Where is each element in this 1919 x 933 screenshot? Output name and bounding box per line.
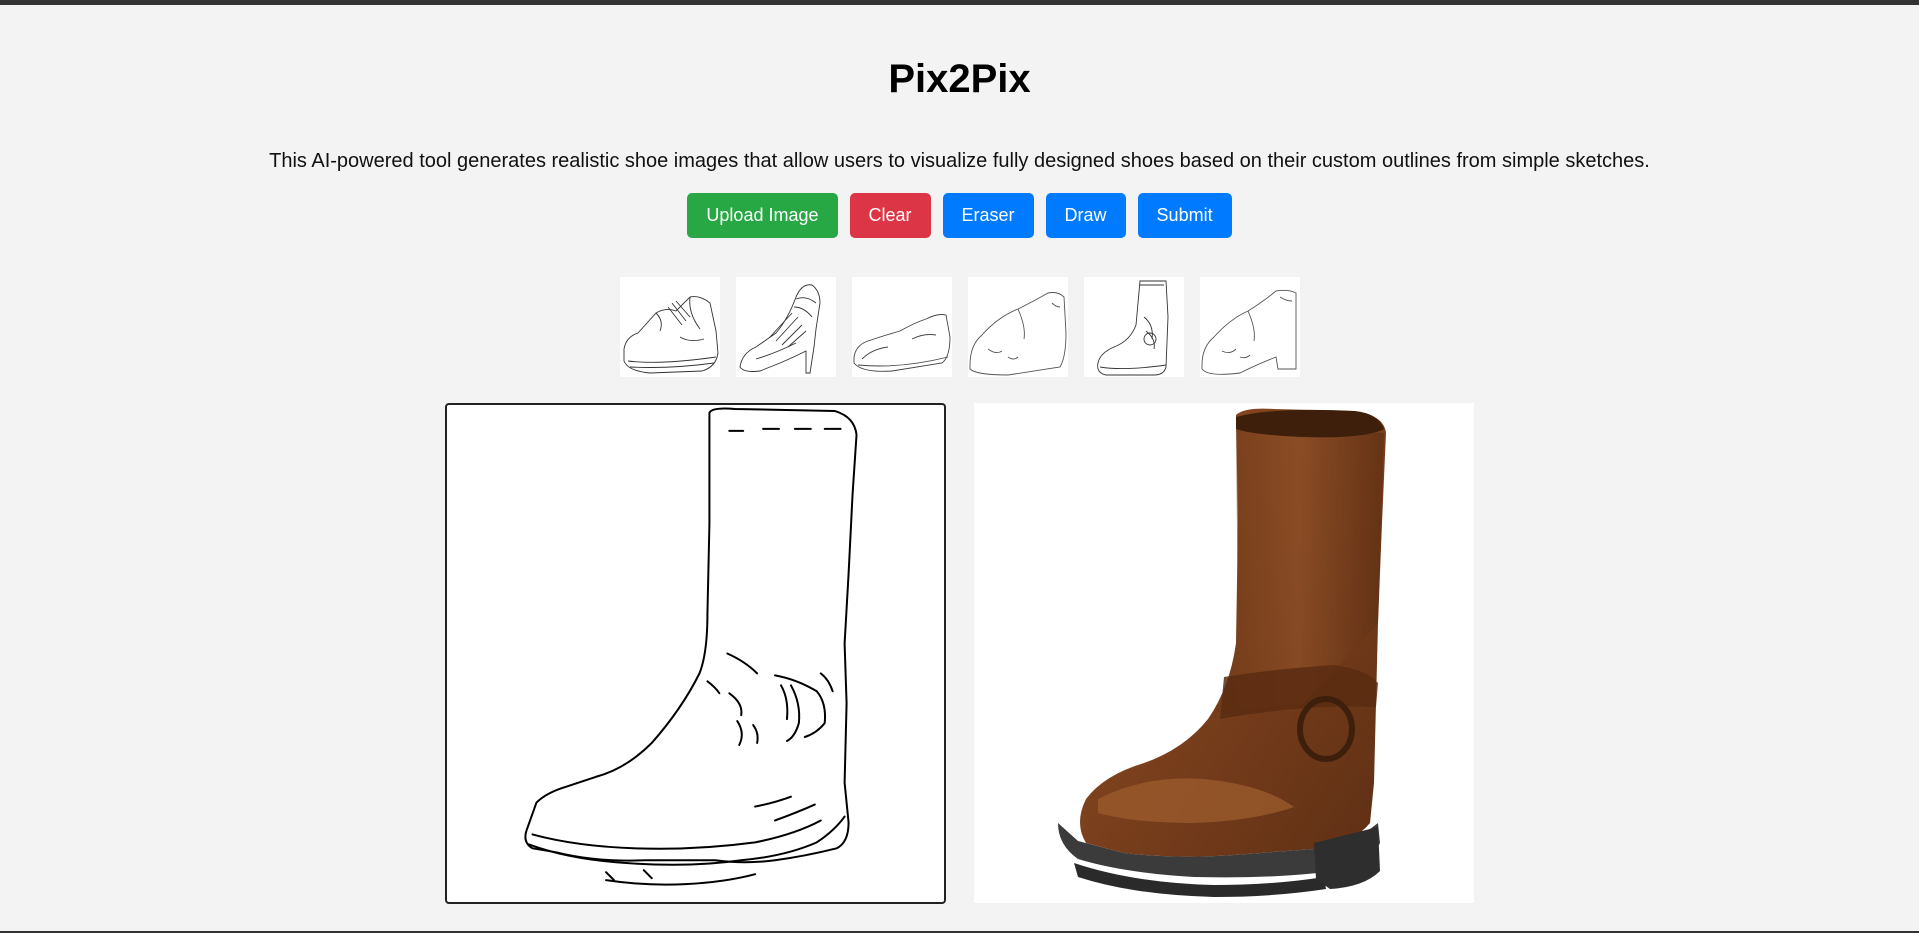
- example-sketch-high-heel[interactable]: [735, 277, 836, 377]
- top-border: [0, 0, 1919, 5]
- eraser-button[interactable]: Eraser: [942, 193, 1034, 238]
- example-sketch-flat[interactable]: [851, 277, 952, 377]
- example-sketch-oxford[interactable]: [619, 277, 720, 377]
- upload-image-button[interactable]: Upload Image: [687, 193, 838, 238]
- draw-button[interactable]: Draw: [1045, 193, 1126, 238]
- ankle-boot-sketch-icon: [1096, 280, 1168, 376]
- heeled-loafer-sketch-icon: [1201, 289, 1296, 375]
- boot-sketch-icon: [524, 407, 858, 886]
- generated-output: [974, 403, 1474, 903]
- loafer-sketch-icon: [969, 292, 1066, 376]
- example-sketch-loafer[interactable]: [967, 277, 1068, 377]
- flat-shoe-sketch-icon: [853, 314, 950, 372]
- example-sketch-ankle-boot[interactable]: [1083, 277, 1184, 377]
- clear-button[interactable]: Clear: [849, 193, 931, 238]
- oxford-shoe-sketch-icon: [623, 296, 718, 374]
- sketch-canvas[interactable]: [445, 403, 946, 904]
- page-description: This AI-powered tool generates realistic…: [269, 150, 1650, 172]
- example-sketches: [0, 277, 1919, 377]
- high-heel-sketch-icon: [739, 284, 820, 374]
- example-sketch-heeled-loafer[interactable]: [1199, 277, 1300, 377]
- generated-brown-boot-icon: [974, 403, 1474, 903]
- toolbar: Upload Image Clear Eraser Draw Submit: [0, 193, 1919, 238]
- page-title: Pix2Pix: [888, 57, 1031, 101]
- submit-button[interactable]: Submit: [1137, 193, 1232, 238]
